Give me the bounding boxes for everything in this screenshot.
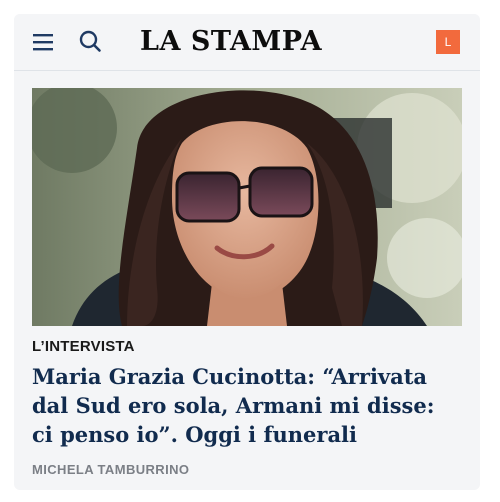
user-avatar[interactable]: L bbox=[436, 30, 460, 54]
article-hero-image[interactable] bbox=[32, 88, 462, 326]
article-author[interactable]: MICHELA TAMBURRINO bbox=[32, 462, 189, 477]
site-header: LA STAMPA L bbox=[14, 14, 480, 71]
article-kicker: L’INTERVISTA bbox=[32, 338, 135, 355]
search-icon[interactable] bbox=[78, 29, 102, 53]
hamburger-menu-icon[interactable] bbox=[32, 31, 54, 53]
site-logo[interactable]: LA STAMPA bbox=[140, 23, 322, 61]
article-card[interactable]: LA STAMPA L L’INTERVISTA Maria Grazia Cu… bbox=[14, 14, 480, 490]
article-headline[interactable]: Maria Grazia Cucinotta: “Arrivata dal Su… bbox=[32, 362, 462, 449]
